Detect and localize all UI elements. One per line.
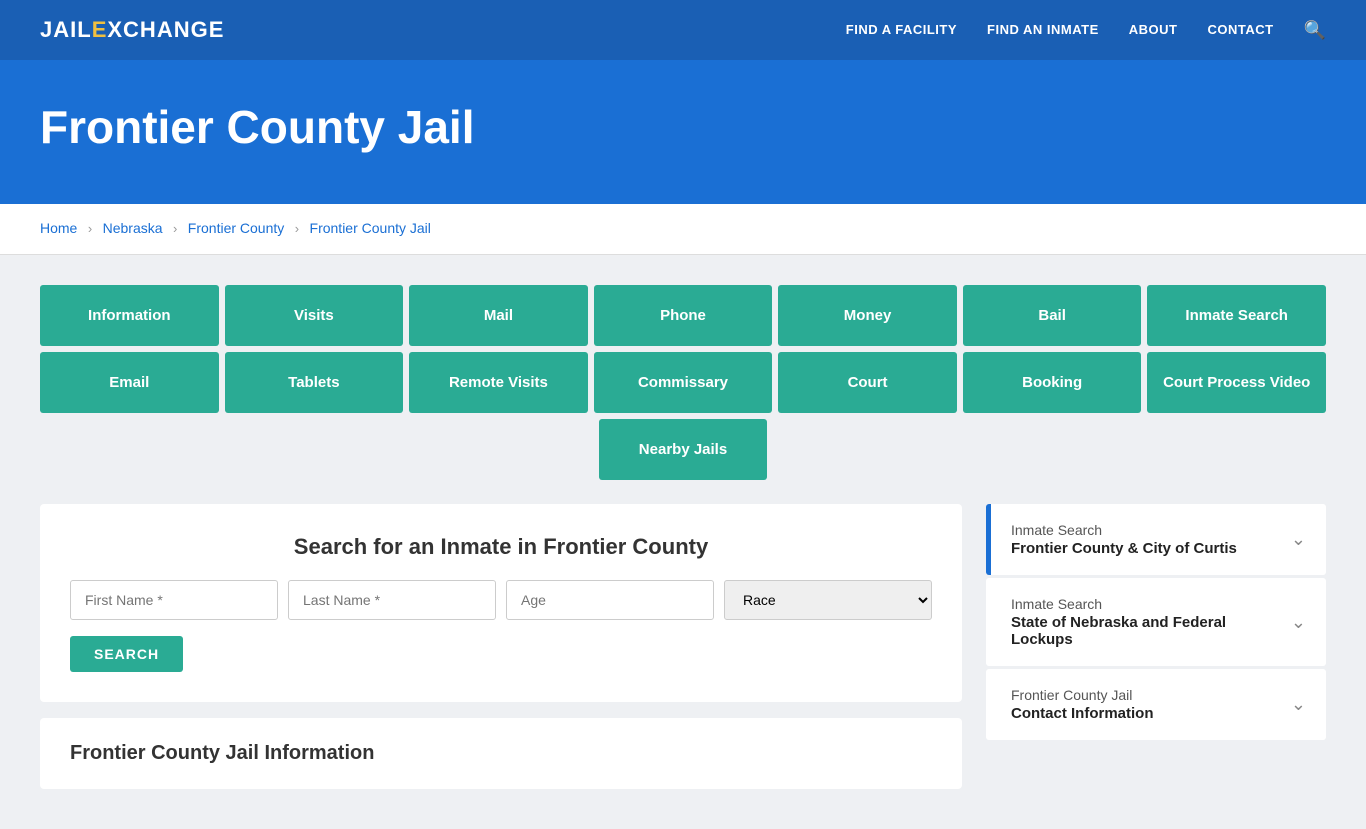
accordion-sublabel-2: Contact Information — [1011, 705, 1154, 722]
race-select[interactable]: Race White Black Hispanic Asian Other — [724, 580, 932, 620]
search-button[interactable]: SEARCH — [70, 636, 183, 672]
accordion-item-2: Frontier County Jail Contact Information… — [986, 669, 1326, 740]
search-panel: Search for an Inmate in Frontier County … — [40, 504, 962, 702]
btn-booking[interactable]: Booking — [963, 352, 1142, 413]
accordion-text-1: Inmate Search State of Nebraska and Fede… — [1011, 596, 1291, 648]
chevron-down-icon-2: ⌄ — [1291, 694, 1306, 715]
breadcrumb-nebraska[interactable]: Nebraska — [103, 220, 163, 236]
accordion-label-0: Inmate Search — [1011, 522, 1237, 538]
nav-find-facility[interactable]: FIND A FACILITY — [846, 22, 957, 37]
info-title: Frontier County Jail Information — [70, 742, 932, 765]
accordion-item-1: Inmate Search State of Nebraska and Fede… — [986, 578, 1326, 666]
btn-nearby-jails[interactable]: Nearby Jails — [599, 419, 767, 480]
accordion-sublabel-1: State of Nebraska and Federal Lockups — [1011, 614, 1291, 648]
chevron-down-icon-0: ⌄ — [1291, 529, 1306, 550]
last-name-input[interactable] — [288, 580, 496, 620]
age-input[interactable] — [506, 580, 714, 620]
accordion-header-1[interactable]: Inmate Search State of Nebraska and Fede… — [991, 578, 1326, 666]
search-fields: Race White Black Hispanic Asian Other — [70, 580, 932, 620]
main-content: Information Visits Mail Phone Money Bail… — [0, 255, 1366, 829]
breadcrumb: Home › Nebraska › Frontier County › Fron… — [0, 204, 1366, 255]
first-name-input[interactable] — [70, 580, 278, 620]
button-grid-row1: Information Visits Mail Phone Money Bail… — [40, 285, 1326, 346]
accordion-text-0: Inmate Search Frontier County & City of … — [1011, 522, 1237, 557]
btn-inmate-search[interactable]: Inmate Search — [1147, 285, 1326, 346]
btn-information[interactable]: Information — [40, 285, 219, 346]
btn-remote-visits[interactable]: Remote Visits — [409, 352, 588, 413]
accordion-item-0: Inmate Search Frontier County & City of … — [986, 504, 1326, 575]
search-title: Search for an Inmate in Frontier County — [70, 534, 932, 560]
nav-links: FIND A FACILITY FIND AN INMATE ABOUT CON… — [846, 20, 1326, 41]
btn-court-process-video[interactable]: Court Process Video — [1147, 352, 1326, 413]
btn-court[interactable]: Court — [778, 352, 957, 413]
breadcrumb-frontier-county-jail[interactable]: Frontier County Jail — [310, 220, 431, 236]
chevron-down-icon-1: ⌄ — [1291, 612, 1306, 633]
breadcrumb-sep-1: › — [88, 221, 92, 236]
two-column-layout: Search for an Inmate in Frontier County … — [40, 504, 1326, 789]
breadcrumb-sep-2: › — [173, 221, 177, 236]
hero-section: Frontier County Jail — [0, 60, 1366, 204]
accordion-label-2: Frontier County Jail — [1011, 687, 1154, 703]
nav-about[interactable]: ABOUT — [1129, 22, 1178, 37]
accordion-header-2[interactable]: Frontier County Jail Contact Information… — [991, 669, 1326, 740]
btn-bail[interactable]: Bail — [963, 285, 1142, 346]
btn-money[interactable]: Money — [778, 285, 957, 346]
breadcrumb-sep-3: › — [295, 221, 299, 236]
brand-logo[interactable]: JAILEXCHANGE — [40, 17, 224, 43]
breadcrumb-frontier-county[interactable]: Frontier County — [188, 220, 284, 236]
accordion-sublabel-0: Frontier County & City of Curtis — [1011, 540, 1237, 557]
breadcrumb-home[interactable]: Home — [40, 220, 77, 236]
accordion-text-2: Frontier County Jail Contact Information — [1011, 687, 1154, 722]
nav-contact[interactable]: CONTACT — [1207, 22, 1273, 37]
search-icon[interactable]: 🔍 — [1304, 20, 1326, 40]
btn-email[interactable]: Email — [40, 352, 219, 413]
btn-visits[interactable]: Visits — [225, 285, 404, 346]
page-title: Frontier County Jail — [40, 100, 1326, 154]
accordion-label-1: Inmate Search — [1011, 596, 1291, 612]
btn-mail[interactable]: Mail — [409, 285, 588, 346]
sidebar: Inmate Search Frontier County & City of … — [986, 504, 1326, 743]
button-grid-row2: Email Tablets Remote Visits Commissary C… — [40, 352, 1326, 413]
left-column: Search for an Inmate in Frontier County … — [40, 504, 962, 789]
accordion-header-0[interactable]: Inmate Search Frontier County & City of … — [991, 504, 1326, 575]
navbar: JAILEXCHANGE FIND A FACILITY FIND AN INM… — [0, 0, 1366, 60]
btn-phone[interactable]: Phone — [594, 285, 773, 346]
nav-find-inmate[interactable]: FIND AN INMATE — [987, 22, 1099, 37]
info-section: Frontier County Jail Information — [40, 718, 962, 789]
btn-commissary[interactable]: Commissary — [594, 352, 773, 413]
btn-tablets[interactable]: Tablets — [225, 352, 404, 413]
